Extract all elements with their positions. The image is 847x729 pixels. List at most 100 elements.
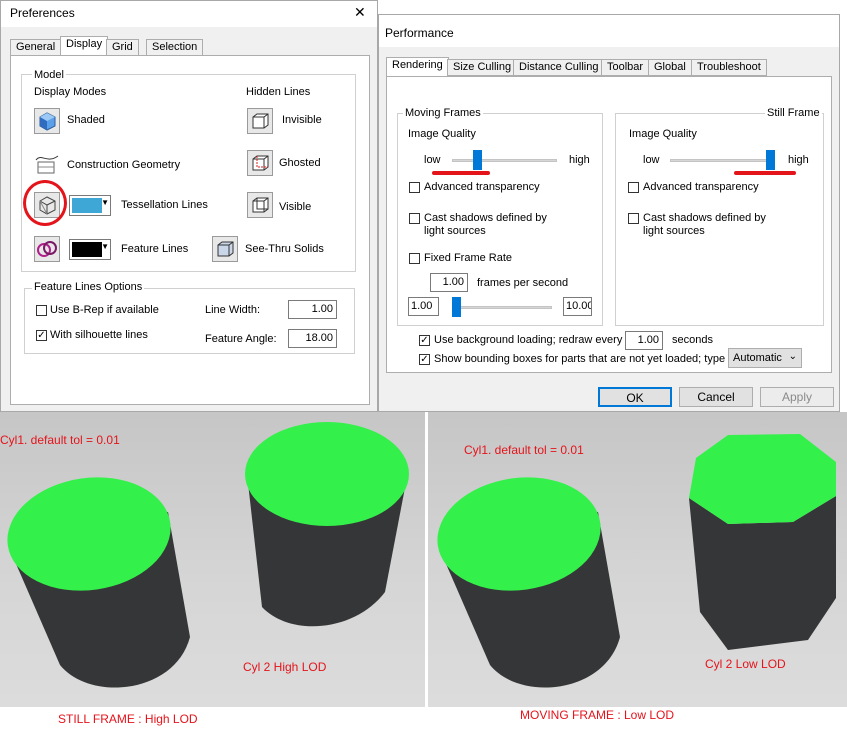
shaded-cube-icon	[39, 112, 56, 131]
feature-angle-label: Feature Angle:	[205, 333, 277, 345]
still-quality-slider-track	[670, 159, 775, 162]
cyl1-moving-model	[437, 477, 620, 688]
fps-slider-track	[452, 306, 552, 309]
cyl2-moving-model	[689, 434, 836, 650]
apply-button[interactable]: Apply	[760, 387, 834, 407]
still-advanced-transparency-checkbox[interactable]	[628, 182, 639, 193]
rendering-tab-panel: Moving Frames Image Quality low high Adv…	[386, 76, 832, 373]
feature-lines-label: Feature Lines	[121, 243, 189, 255]
still-image-quality-label: Image Quality	[629, 128, 697, 140]
hidden-lines-label: Hidden Lines	[246, 86, 311, 98]
fixed-frame-rate-checkbox[interactable]	[409, 253, 420, 264]
visible-label: Visible	[279, 201, 312, 213]
construction-geometry-icon	[35, 155, 59, 174]
moving-high-label: high	[569, 154, 590, 166]
preferences-window: Preferences ✕ General Display Grid Selec…	[0, 0, 378, 412]
tab-general[interactable]: General	[10, 39, 62, 56]
cyl1-still-model	[7, 477, 190, 688]
fps-slider[interactable]	[452, 297, 461, 317]
see-thru-solids-button[interactable]	[212, 236, 238, 262]
moving-advanced-transparency-checkbox[interactable]	[409, 182, 420, 193]
cyl1-moving-label: Cyl1. default tol = 0.01	[464, 443, 584, 457]
display-tab-panel: Model Display Modes Hidden Lines Shaded …	[10, 55, 370, 405]
moving-cast-shadows-checkbox[interactable]	[409, 213, 420, 224]
feature-lines-color-picker[interactable]: ▼	[69, 239, 111, 260]
moving-frames-title: Moving Frames	[403, 107, 483, 119]
still-cast-shadows-checkbox[interactable]	[628, 213, 639, 224]
close-icon[interactable]: ✕	[354, 4, 366, 21]
tessellation-color-swatch	[72, 198, 102, 213]
still-low-label: low	[643, 154, 660, 166]
display-modes-label: Display Modes	[34, 86, 107, 98]
ghosted-lines-icon	[252, 155, 269, 171]
still-frame-viewport: Cyl1. default tol = 0.01 Cyl 2 High LOD	[0, 412, 425, 707]
preferences-title: Preferences	[10, 6, 75, 20]
background-loading-checkbox[interactable]: ✓	[419, 335, 430, 346]
visible-button[interactable]	[247, 192, 273, 218]
silhouette-label: With silhouette lines	[50, 329, 148, 341]
fps-label: frames per second	[477, 277, 569, 289]
moving-advanced-transparency-label: Advanced transparency	[424, 181, 540, 193]
moving-image-quality-label: Image Quality	[408, 128, 476, 140]
still-high-label: high	[788, 154, 809, 166]
moving-low-label: low	[424, 154, 441, 166]
tab-toolbar[interactable]: Toolbar	[601, 59, 650, 76]
still-frame-title: Still Frame	[765, 107, 822, 119]
feature-lines-button[interactable]	[34, 236, 60, 262]
fps-max-field: 10.00	[563, 297, 592, 316]
bounding-box-type-value: Automatic	[733, 352, 782, 364]
bounding-box-type-select[interactable]: Automatic ⌄	[728, 348, 802, 368]
still-advanced-transparency-label: Advanced transparency	[643, 181, 759, 193]
cancel-button[interactable]: Cancel	[679, 387, 753, 407]
cyl1-still-label: Cyl1. default tol = 0.01	[0, 433, 120, 447]
fixed-frame-rate-label: Fixed Frame Rate	[424, 252, 513, 264]
moving-quality-slider[interactable]	[473, 150, 483, 170]
invisible-label: Invisible	[282, 114, 322, 126]
chevron-down-icon: ⌄	[788, 351, 797, 362]
tessellation-color-picker[interactable]: ▼	[69, 195, 111, 216]
moving-quality-slider-track	[452, 159, 557, 162]
silhouette-checkbox[interactable]: ✓	[36, 330, 47, 341]
line-width-label: Line Width:	[205, 304, 261, 316]
performance-window: Performance Rendering Size Culling Dista…	[378, 14, 840, 412]
shaded-button[interactable]	[34, 108, 60, 134]
background-loading-label: Use background loading; redraw every	[434, 334, 623, 346]
moving-frame-caption: MOVING FRAME : Low LOD	[520, 708, 675, 722]
seconds-label: seconds	[672, 334, 713, 346]
tab-global[interactable]: Global	[648, 59, 692, 76]
chevron-down-icon: ▼	[101, 242, 109, 251]
visible-lines-icon	[252, 197, 269, 213]
redraw-interval-field[interactable]: 1.00	[625, 331, 663, 350]
tab-size-culling[interactable]: Size Culling	[447, 59, 518, 76]
performance-title: Performance	[385, 26, 454, 40]
line-width-field[interactable]: 1.00	[288, 300, 337, 319]
chevron-down-icon: ▼	[101, 198, 109, 207]
construction-geometry-button[interactable]	[34, 150, 60, 176]
construction-geometry-label: Construction Geometry	[67, 159, 181, 171]
invisible-button[interactable]	[247, 108, 273, 134]
invisible-lines-icon	[252, 113, 269, 129]
tab-grid[interactable]: Grid	[106, 39, 139, 56]
tab-display[interactable]: Display	[60, 36, 109, 56]
feature-lines-options-title: Feature Lines Options	[32, 281, 145, 293]
bounding-boxes-checkbox[interactable]: ✓	[419, 354, 430, 365]
bounding-boxes-label: Show bounding boxes for parts that are n…	[434, 353, 726, 365]
moving-cast-shadows-label-1: Cast shadows defined by	[424, 212, 547, 224]
ghosted-label: Ghosted	[279, 157, 321, 169]
still-quality-slider[interactable]	[766, 150, 775, 170]
feature-lines-icon	[37, 241, 57, 257]
tab-troubleshoot[interactable]: Troubleshoot	[691, 59, 767, 76]
tab-rendering[interactable]: Rendering	[386, 57, 449, 77]
brep-label: Use B-Rep if available	[50, 304, 159, 316]
fps-field[interactable]: 1.00	[430, 273, 468, 292]
ok-button[interactable]: OK	[598, 387, 672, 407]
ghosted-button[interactable]	[247, 150, 273, 176]
tab-distance-culling[interactable]: Distance Culling	[513, 59, 605, 76]
model-group-title: Model	[32, 69, 66, 81]
brep-checkbox[interactable]	[36, 305, 47, 316]
feature-angle-field[interactable]: 18.00	[288, 329, 337, 348]
cyl2-still-model	[245, 422, 409, 627]
tab-selection[interactable]: Selection	[146, 39, 204, 56]
still-cast-shadows-label-2: light sources	[643, 225, 705, 237]
see-thru-solids-icon	[217, 241, 234, 257]
